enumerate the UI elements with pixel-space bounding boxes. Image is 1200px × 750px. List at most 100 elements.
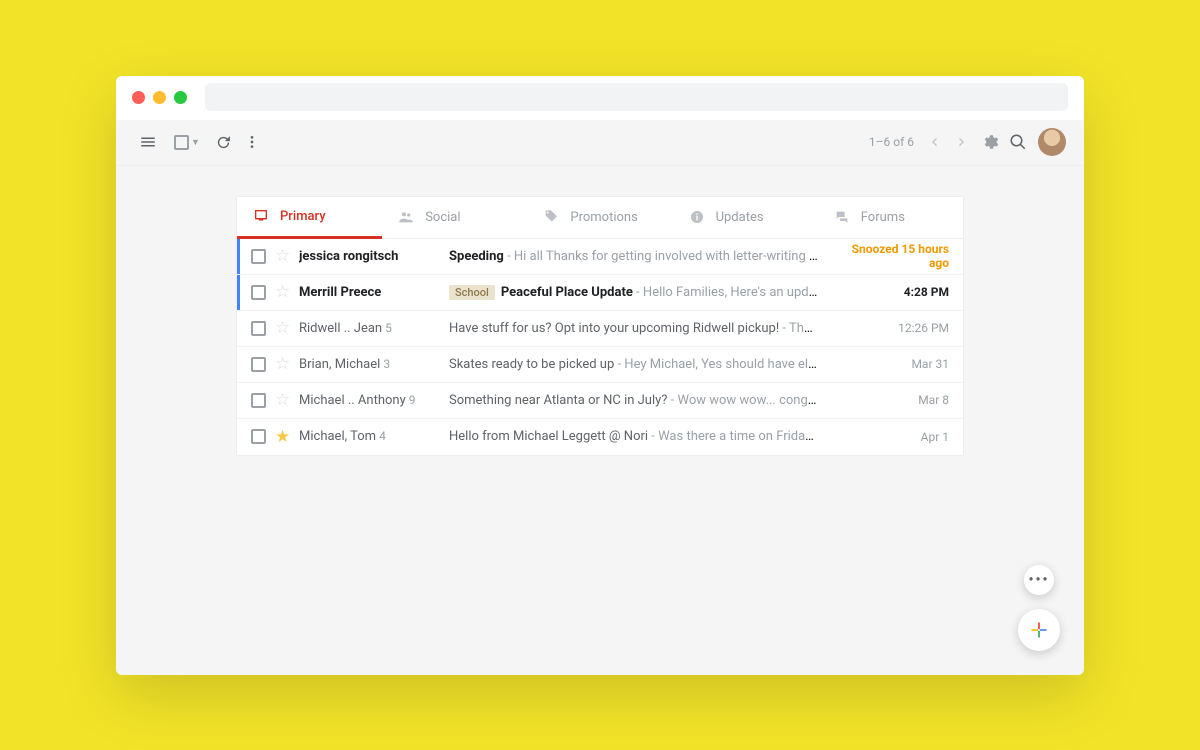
subject: Something near Atlanta or NC in July?	[449, 393, 667, 408]
more-actions-fab[interactable]: •••	[1024, 565, 1054, 595]
prev-page-button[interactable]	[920, 128, 948, 156]
row-checkbox[interactable]	[251, 285, 275, 300]
tab-label: Updates	[716, 210, 764, 225]
titlebar	[116, 76, 1084, 120]
checkbox-icon	[251, 321, 266, 336]
plus-icon	[1029, 620, 1049, 640]
checkbox-icon	[251, 429, 266, 444]
menu-button[interactable]	[134, 128, 162, 156]
email-row[interactable]: ☆Merrill PreeceSchoolPeaceful Place Upda…	[237, 275, 963, 311]
next-page-button[interactable]	[948, 128, 976, 156]
compose-fab[interactable]	[1018, 609, 1060, 651]
sender: Michael, Tom4	[299, 429, 449, 444]
subject: Skates ready to be picked up	[449, 357, 614, 372]
snippet: Thanks, Michael, I had forgot…	[779, 321, 819, 336]
tab-label: Primary	[280, 209, 326, 224]
timestamp: Apr 1	[819, 430, 949, 444]
timestamp: Mar 8	[819, 393, 949, 407]
subject: Speeding	[449, 249, 504, 264]
forum-icon	[834, 209, 850, 225]
star-icon: ☆	[275, 282, 290, 302]
row-checkbox[interactable]	[251, 249, 275, 264]
email-body: SpeedingHi all Thanks for getting involv…	[449, 249, 819, 264]
more-button[interactable]	[238, 128, 266, 156]
star-icon: ☆	[275, 354, 290, 374]
email-body: Skates ready to be picked upHey Michael,…	[449, 357, 819, 372]
select-all-dropdown[interactable]: ▼	[174, 135, 200, 150]
sender: jessica rongitsch	[299, 249, 449, 264]
star-button[interactable]: ☆	[275, 246, 299, 266]
toolbar: ▼ 1–6 of 6	[116, 120, 1084, 166]
sender: Brian, Michael3	[299, 357, 449, 372]
snippet: Hey Michael, Yes should have elbow pads …	[614, 357, 819, 372]
tab-forums[interactable]: Forums	[818, 197, 963, 239]
email-body: Something near Atlanta or NC in July?Wow…	[449, 393, 819, 408]
traffic-lights	[132, 91, 187, 104]
email-body: School Peaceful Place UpdateHello Familie…	[449, 285, 819, 300]
snippet: Hi all Thanks for getting involved with …	[504, 249, 819, 264]
star-icon: ☆	[275, 390, 290, 410]
email-body: Hello from Michael Leggett @ NoriWas the…	[449, 429, 819, 444]
snippet: Wow wow wow... congrats! Sounds like you…	[667, 393, 819, 408]
tab-updates[interactable]: Updates	[673, 197, 818, 239]
subject: Peaceful Place Update	[501, 285, 633, 300]
timestamp: Snoozed 15 hours ago	[819, 242, 949, 270]
fab-stack: •••	[1018, 565, 1060, 651]
star-button[interactable]: ☆	[275, 282, 299, 302]
chevron-left-icon	[926, 134, 942, 150]
email-row[interactable]: ☆ jessica rongitschSpeedingHi all Thanks …	[237, 239, 963, 275]
content-area: Primary Social Promotions Updates Forums	[116, 166, 1084, 675]
tab-label: Promotions	[570, 210, 637, 225]
star-icon: ★	[275, 427, 290, 447]
account-avatar[interactable]	[1038, 128, 1066, 156]
tab-social[interactable]: Social	[382, 197, 527, 239]
chevron-down-icon: ▼	[191, 137, 200, 148]
email-rows: ☆ jessica rongitschSpeedingHi all Thanks …	[237, 239, 963, 455]
people-icon	[398, 209, 414, 225]
email-row[interactable]: ★ Michael, Tom4Hello from Michael Leggett…	[237, 419, 963, 455]
subject: Have stuff for us? Opt into your upcomin…	[449, 321, 779, 336]
star-button[interactable]: ☆	[275, 318, 299, 338]
app-window: ▼ 1–6 of 6 Primary	[116, 76, 1084, 675]
minimize-window-icon[interactable]	[153, 91, 166, 104]
address-bar[interactable]	[205, 83, 1068, 111]
row-checkbox[interactable]	[251, 357, 275, 372]
star-button[interactable]: ★	[275, 427, 299, 447]
snippet: Hello Families, Here's an update on all …	[633, 285, 819, 300]
dots-icon: •••	[1028, 572, 1049, 588]
close-window-icon[interactable]	[132, 91, 145, 104]
star-button[interactable]: ☆	[275, 390, 299, 410]
checkbox-icon	[251, 393, 266, 408]
category-label: School	[449, 285, 495, 300]
checkbox-icon	[251, 285, 266, 300]
email-row[interactable]: ☆ Michael .. Anthony9Something near Atlan…	[237, 383, 963, 419]
checkbox-icon	[251, 357, 266, 372]
tab-promotions[interactable]: Promotions	[527, 197, 672, 239]
email-row[interactable]: ☆ Brian, Michael3Skates ready to be picke…	[237, 347, 963, 383]
select-all-checkbox-icon	[174, 135, 189, 150]
tab-label: Social	[425, 210, 460, 225]
mail-list: Primary Social Promotions Updates Forums	[236, 196, 964, 456]
email-body: Have stuff for us? Opt into your upcomin…	[449, 321, 819, 336]
email-row[interactable]: ☆Ridwell .. Jean5Have stuff for us? Opt …	[237, 311, 963, 347]
settings-button[interactable]	[976, 128, 1004, 156]
pagination-info: 1–6 of 6	[869, 135, 914, 149]
search-button[interactable]	[1004, 128, 1032, 156]
checkbox-icon	[251, 249, 266, 264]
maximize-window-icon[interactable]	[174, 91, 187, 104]
sender: Michael .. Anthony9	[299, 393, 449, 408]
timestamp: 4:28 PM	[819, 285, 949, 299]
star-icon: ☆	[275, 246, 290, 266]
inbox-icon	[253, 208, 269, 224]
timestamp: Mar 31	[819, 357, 949, 371]
star-button[interactable]: ☆	[275, 354, 299, 374]
tag-icon	[543, 209, 559, 225]
row-checkbox[interactable]	[251, 393, 275, 408]
more-vert-icon	[244, 134, 260, 150]
star-icon: ☆	[275, 318, 290, 338]
tab-primary[interactable]: Primary	[237, 197, 382, 239]
row-checkbox[interactable]	[251, 429, 275, 444]
subject: Hello from Michael Leggett @ Nori	[449, 429, 648, 444]
row-checkbox[interactable]	[251, 321, 275, 336]
refresh-button[interactable]	[210, 128, 238, 156]
